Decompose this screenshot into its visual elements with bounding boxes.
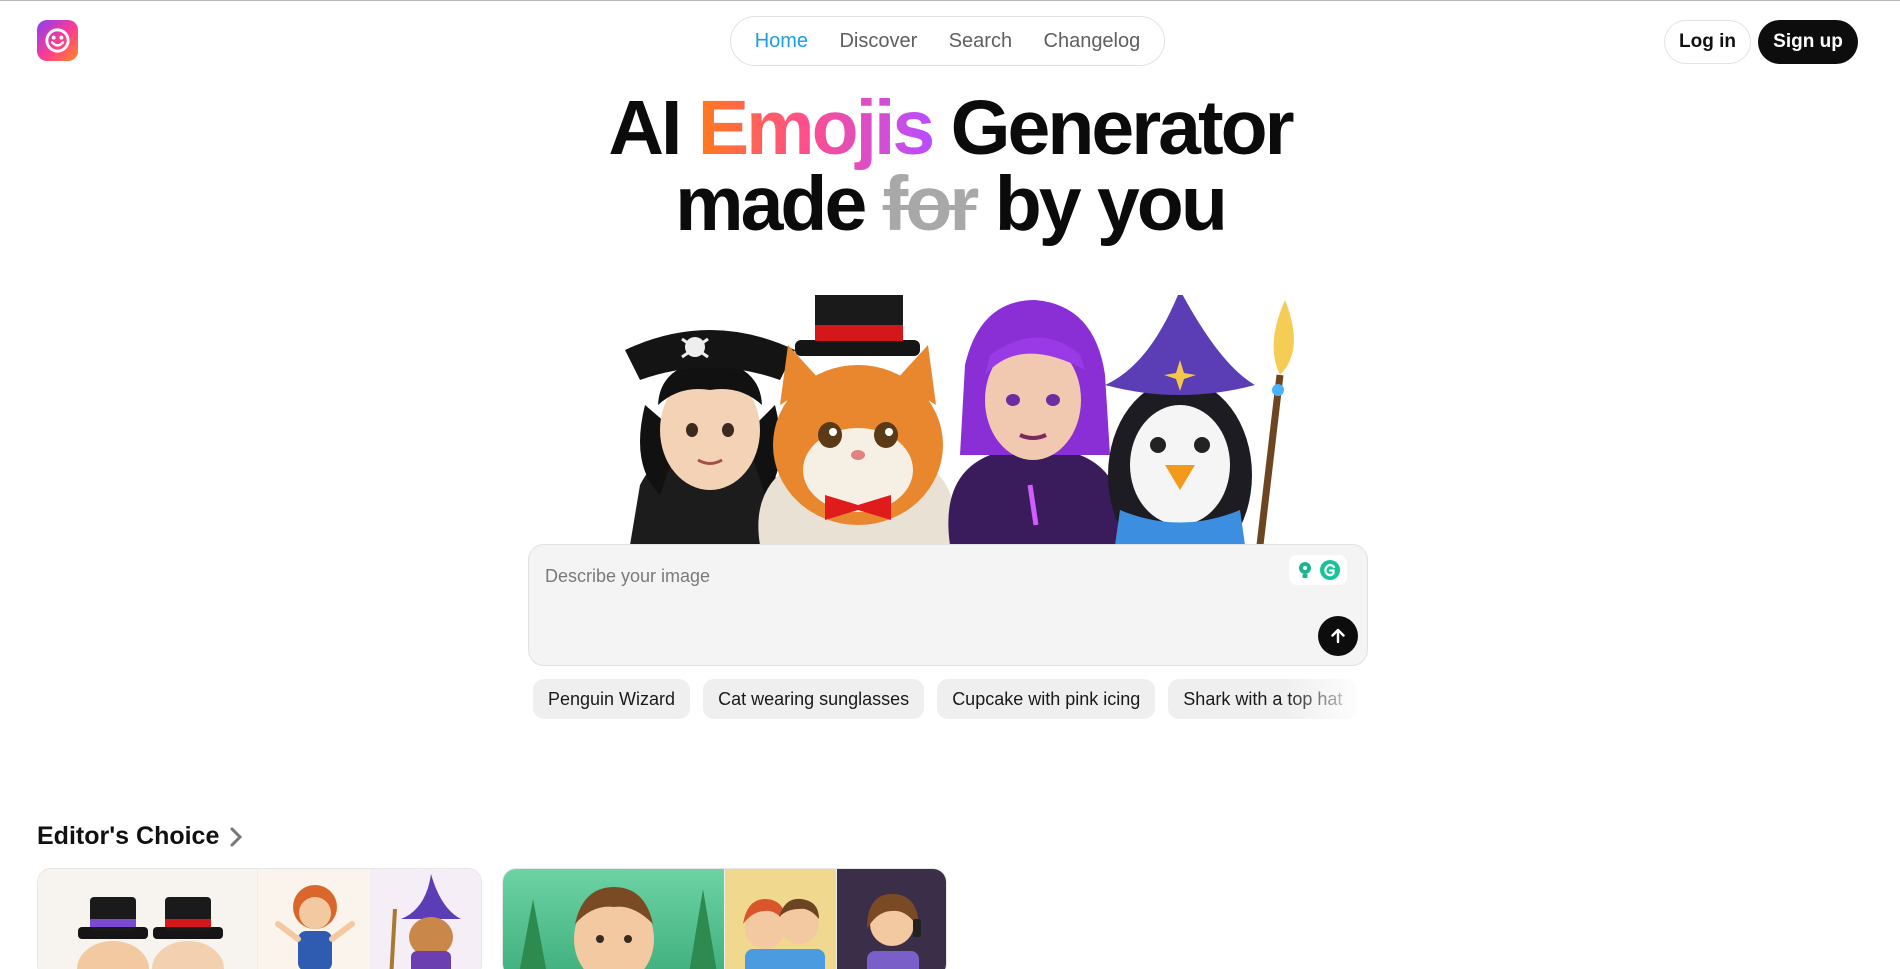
- title-highlight-emojis: Emojis: [697, 85, 935, 171]
- nav-search[interactable]: Search: [941, 30, 1020, 53]
- title-text-by-you: by you: [976, 161, 1228, 247]
- suggestion-chip[interactable]: Shark with a top hat: [1168, 679, 1358, 719]
- window-top-border: [0, 0, 1900, 1]
- nav-changelog[interactable]: Changelog: [1036, 30, 1149, 53]
- arrow-up-icon: [1331, 628, 1345, 644]
- editors-choice-heading[interactable]: Editor's Choice: [37, 822, 243, 851]
- extension-icons: [1289, 555, 1347, 585]
- title-text-made: made: [675, 161, 883, 247]
- penguin-wizard-image: [1105, 295, 1294, 545]
- collection-card[interactable]: [37, 868, 482, 969]
- purple-hair-woman-image: [948, 300, 1122, 545]
- prompt-box: [528, 544, 1368, 666]
- page-title: AI Emojis Generator made for by you: [450, 90, 1450, 243]
- title-text-ai: AI: [608, 85, 698, 171]
- main-nav: Home Discover Search Changelog: [730, 16, 1165, 66]
- card-thumbnail-phone-woman: [835, 869, 946, 969]
- title-strike-for: for: [882, 161, 980, 247]
- suggestion-chip[interactable]: Cupcake with pink icing: [937, 679, 1156, 719]
- suggestion-chip[interactable]: Cat wearing sunglasses: [703, 679, 925, 719]
- login-button[interactable]: Log in: [1664, 20, 1751, 64]
- nav-home[interactable]: Home: [747, 30, 816, 53]
- prompt-input[interactable]: [545, 563, 1185, 589]
- title-line-1: AI Emojis Generator: [608, 85, 1295, 171]
- smiley-face-icon: [45, 28, 70, 53]
- nav-discover[interactable]: Discover: [831, 30, 925, 53]
- card-thumbnail-boy-forest: [503, 869, 724, 969]
- suggestion-chips: Penguin Wizard Cat wearing sunglasses Cu…: [533, 679, 1368, 719]
- suggestion-chip[interactable]: Penguin Wizard: [533, 679, 691, 719]
- collection-card[interactable]: [502, 868, 947, 969]
- card-thumbnail-top-hats: [38, 869, 257, 969]
- lightbulb-icon[interactable]: [1295, 560, 1315, 580]
- card-thumbnail-couple: [724, 869, 836, 969]
- cat-in-top-hat-image: [758, 295, 954, 545]
- card-thumbnail-doll: [257, 869, 371, 969]
- grammarly-icon[interactable]: [1319, 559, 1341, 581]
- card-thumbnail-wizard-dog: [370, 869, 481, 969]
- hero-characters: [620, 295, 1310, 545]
- chevron-right-icon: [230, 827, 243, 846]
- signup-button[interactable]: Sign up: [1758, 20, 1858, 64]
- app-logo[interactable]: [37, 20, 78, 61]
- send-button[interactable]: [1318, 616, 1358, 656]
- title-text-generator: Generator: [932, 85, 1295, 171]
- title-line-2: made for by you: [675, 161, 1228, 247]
- editors-choice-title: Editor's Choice: [37, 822, 220, 850]
